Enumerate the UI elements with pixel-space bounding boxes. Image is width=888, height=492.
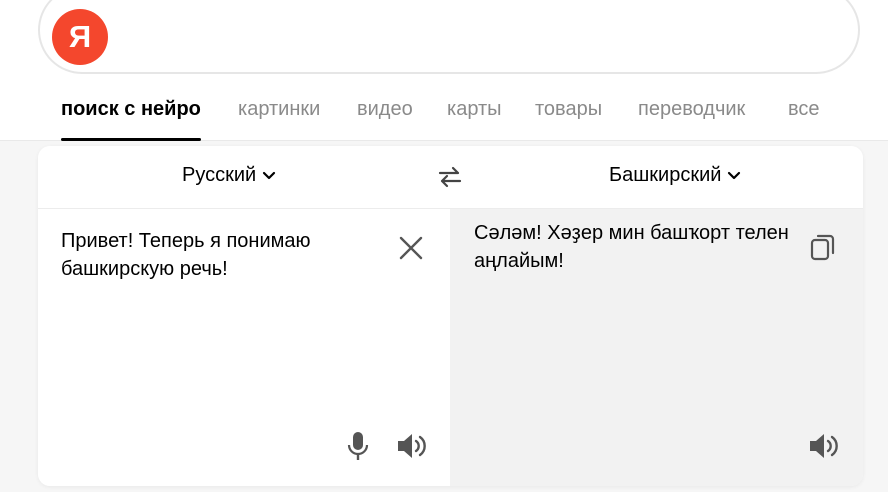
tab-translator[interactable]: переводчик [638,98,745,121]
source-text-input[interactable]: Привет! Теперь я понимаю башкирскую речь… [61,227,381,283]
search-tabs: поиск с нейро картинки видео карты товар… [0,84,888,141]
language-bar: Русский Башкирский [38,146,863,209]
chevron-down-icon [263,171,276,179]
close-icon[interactable] [398,235,424,261]
tab-neuro-search[interactable]: поиск с нейро [61,98,201,141]
tab-maps[interactable]: карты [447,98,502,121]
source-pane[interactable]: Привет! Теперь я понимаю башкирскую речь… [38,209,450,486]
tab-images[interactable]: картинки [238,98,320,121]
yandex-logo[interactable]: Я [52,9,108,65]
speaker-icon[interactable] [808,431,842,461]
target-pane: Сәләм! Хәҙер мин башҡорт телен аңлайым! [450,209,863,486]
tab-all[interactable]: все [788,98,820,121]
target-language-label: Башкирский [609,164,722,186]
microphone-icon[interactable] [346,431,370,461]
translator-widget: Русский Башкирский Привет! Теперь я пони… [38,146,863,486]
speaker-icon[interactable] [396,431,430,461]
target-language-select[interactable]: Башкирский [609,164,741,187]
source-language-label: Русский [182,164,257,186]
chevron-down-icon [728,171,741,179]
tab-products[interactable]: товары [535,98,602,121]
search-bar[interactable] [38,0,860,74]
copy-icon[interactable] [810,233,836,261]
translation-output: Сәләм! Хәҙер мин башҡорт телен аңлайым! [474,222,789,272]
tab-video[interactable]: видео [357,98,413,121]
swap-icon[interactable] [436,163,464,191]
source-language-select[interactable]: Русский [182,164,276,187]
